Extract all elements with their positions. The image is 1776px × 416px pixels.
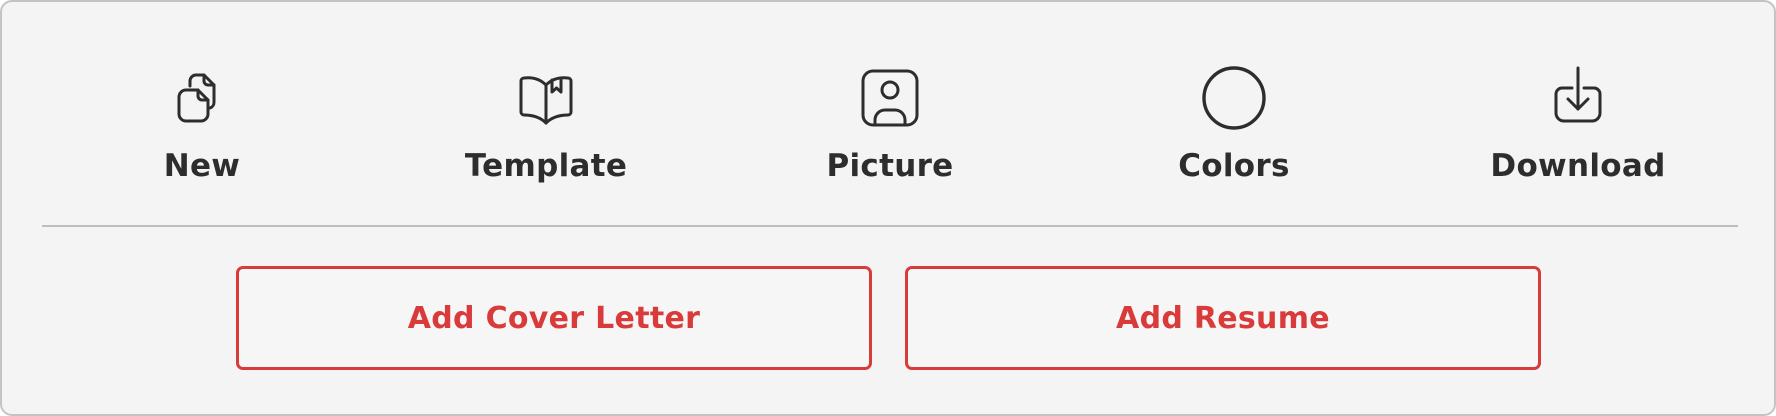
add-cover-letter-button[interactable]: Add Cover Letter [236, 266, 872, 370]
tool-picture-button[interactable]: Picture [760, 64, 1020, 204]
divider [42, 225, 1738, 227]
tool-colors-label: Colors [1178, 148, 1290, 184]
tool-colors-button[interactable]: Colors [1104, 64, 1364, 204]
tool-new-button[interactable]: New [72, 64, 332, 204]
add-resume-label: Add Resume [1116, 300, 1330, 336]
user-portrait-icon [856, 64, 924, 132]
tool-template-label: Template [464, 148, 628, 184]
toolbar: New Template Picture Colors Download [2, 2, 1774, 224]
book-bookmark-icon [512, 64, 580, 132]
resume-builder-panel: New Template Picture Colors Download Add… [0, 0, 1776, 416]
tool-download-label: Download [1490, 148, 1666, 184]
download-icon [1544, 64, 1612, 132]
tool-picture-label: Picture [826, 148, 954, 184]
tool-template-button[interactable]: Template [416, 64, 676, 204]
tool-download-button[interactable]: Download [1448, 64, 1708, 204]
add-resume-button[interactable]: Add Resume [905, 266, 1541, 370]
circle-icon [1200, 64, 1268, 132]
tool-new-label: New [163, 148, 241, 184]
new-document-icon [168, 64, 236, 132]
add-cover-letter-label: Add Cover Letter [407, 300, 701, 336]
